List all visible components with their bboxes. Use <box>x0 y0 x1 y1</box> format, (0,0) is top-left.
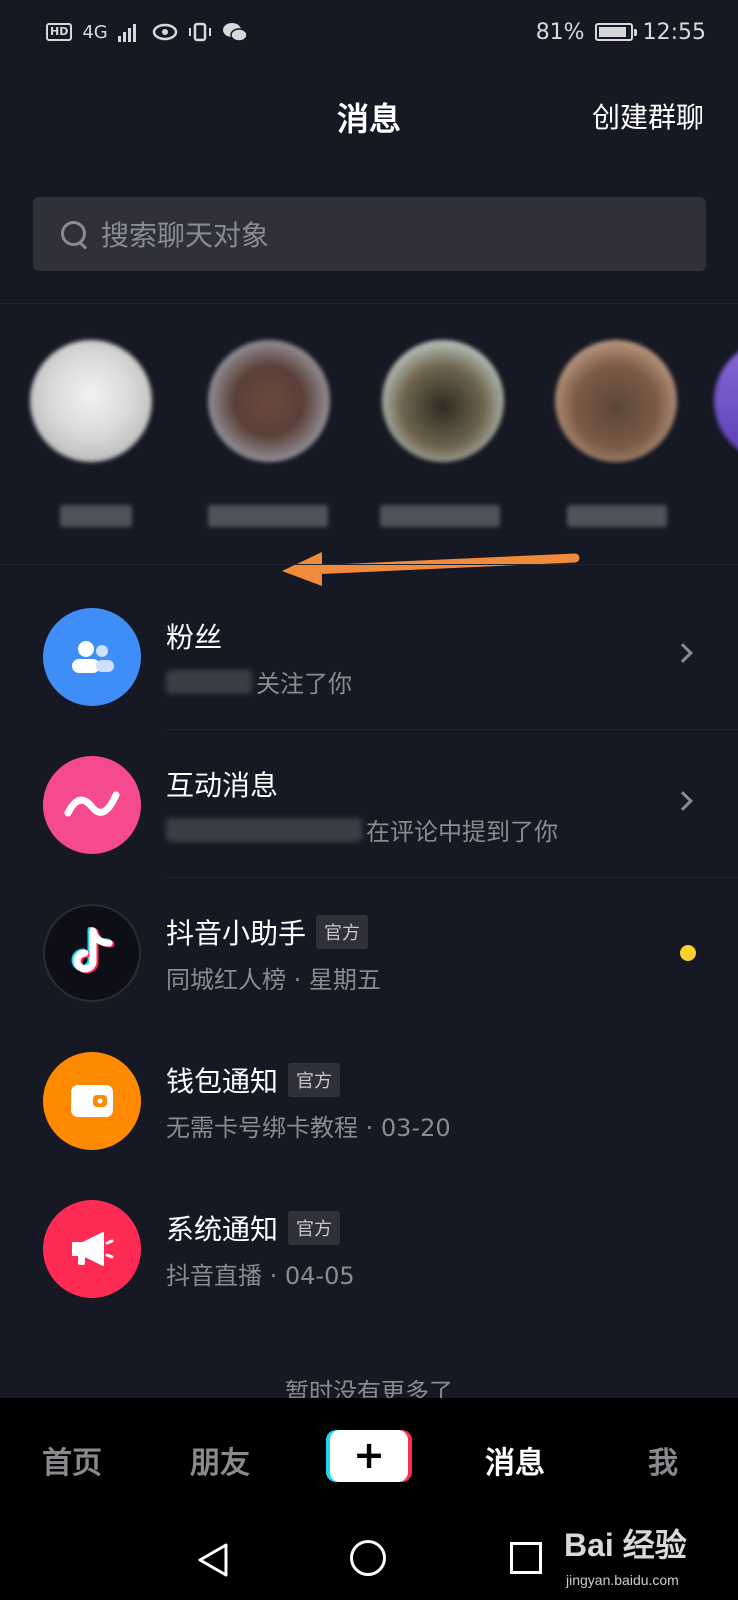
create-post-button[interactable]: + <box>326 1430 412 1482</box>
plus-icon: + <box>330 1430 408 1482</box>
network-type: 4G <box>82 21 108 43</box>
system-avatar <box>43 1200 141 1298</box>
list-item-assistant[interactable]: 抖音小助手 官方 同城红人榜 · 星期五 <box>0 878 738 1026</box>
unread-dot <box>680 945 696 961</box>
create-group-chat-button[interactable]: 创建群聊 <box>592 96 704 136</box>
search-icon <box>59 219 89 249</box>
fans-icon <box>72 641 114 673</box>
msg-title-row: 互动消息 <box>166 764 278 804</box>
avatar[interactable] <box>714 340 738 462</box>
friend-item[interactable] <box>198 330 338 540</box>
blurred-username <box>166 669 252 694</box>
back-icon[interactable] <box>196 1542 230 1578</box>
home-icon[interactable] <box>350 1540 386 1576</box>
msg-title-row: 抖音小助手 官方 <box>166 912 369 952</box>
msg-subtitle-row: 在评论中提到了你 <box>166 812 558 847</box>
friend-item[interactable] <box>20 330 160 540</box>
wechat-icon <box>222 23 248 42</box>
chevron-right-icon <box>673 643 693 663</box>
avatar[interactable] <box>382 340 504 462</box>
hd-badge: HD <box>46 23 73 41</box>
chevron-right-icon <box>673 791 693 811</box>
msg-subtitle: 关注了你 <box>256 670 352 698</box>
msg-title-row: 粉丝 <box>166 616 222 656</box>
friend-name <box>567 505 667 527</box>
status-left: HD 4G <box>46 22 248 43</box>
msg-subtitle: 在评论中提到了你 <box>366 818 558 846</box>
official-badge: 官方 <box>288 1063 341 1097</box>
friend-name <box>60 505 132 527</box>
list-item-wallet[interactable]: 钱包通知 官方 无需卡号绑卡教程 · 03-20 <box>0 1026 738 1174</box>
msg-title: 粉丝 <box>166 621 223 654</box>
msg-title-row: 钱包通知 官方 <box>166 1060 341 1100</box>
tiktok-icon <box>71 927 115 974</box>
friends-row[interactable] <box>0 330 738 540</box>
msg-subtitle: 抖音直播 · 04-05 <box>166 1262 355 1290</box>
list-item-interactions[interactable]: 互动消息 在评论中提到了你 <box>0 730 738 878</box>
divider <box>0 303 738 304</box>
watermark-url: jingyan.baidu.com <box>566 1572 679 1588</box>
nav-me[interactable]: 我 <box>648 1438 678 1482</box>
status-bar: HD 4G 81% 12:55 <box>0 0 738 64</box>
list-item-system[interactable]: 系统通知 官方 抖音直播 · 04-05 <box>0 1174 738 1322</box>
msg-title: 抖音小助手 <box>166 917 307 950</box>
interaction-icon <box>64 791 120 817</box>
nav-messages[interactable]: 消息 <box>485 1438 545 1482</box>
search-input[interactable]: 搜索聊天对象 <box>33 197 706 271</box>
wallet-avatar <box>43 1052 141 1150</box>
header: 消息 创建群聊 <box>0 80 738 152</box>
msg-title: 系统通知 <box>166 1213 279 1246</box>
friend-item[interactable] <box>710 330 738 540</box>
blurred-username <box>166 817 362 842</box>
official-badge: 官方 <box>288 1211 341 1245</box>
clock: 12:55 <box>642 19 706 45</box>
megaphone-icon <box>72 1232 114 1266</box>
assistant-avatar <box>43 904 141 1002</box>
vibrate-icon <box>188 22 211 42</box>
msg-subtitle: 同城红人榜 · 星期五 <box>166 966 381 994</box>
avatar[interactable] <box>555 340 677 462</box>
msg-subtitle-row: 关注了你 <box>166 664 352 699</box>
divider <box>0 564 738 565</box>
msg-title: 互动消息 <box>166 769 279 802</box>
status-right: 81% 12:55 <box>536 20 706 45</box>
friend-item[interactable] <box>545 330 685 540</box>
official-badge: 官方 <box>316 915 369 949</box>
plus-label: + <box>353 1432 385 1477</box>
bottom-nav: 首页 朋友 + 消息 我 <box>0 1398 738 1518</box>
msg-title: 钱包通知 <box>166 1065 279 1098</box>
msg-title-row: 系统通知 官方 <box>166 1208 341 1248</box>
wallet-icon <box>71 1085 113 1117</box>
list-item-fans[interactable]: 粉丝 关注了你 <box>0 582 738 730</box>
interaction-avatar <box>43 756 141 854</box>
search-placeholder: 搜索聊天对象 <box>101 219 270 252</box>
fans-avatar <box>43 608 141 706</box>
battery-icon <box>594 23 637 41</box>
friend-name <box>208 505 328 527</box>
friend-name <box>380 505 500 527</box>
eye-icon <box>152 23 177 41</box>
friend-item[interactable] <box>372 330 512 540</box>
signal-icon <box>117 24 136 42</box>
battery-percent: 81% <box>535 19 585 45</box>
recent-apps-icon[interactable] <box>510 1542 542 1574</box>
nav-home[interactable]: 首页 <box>42 1438 102 1482</box>
avatar[interactable] <box>30 340 152 462</box>
nav-friends[interactable]: 朋友 <box>190 1438 250 1482</box>
msg-subtitle: 无需卡号绑卡教程 · 03-20 <box>166 1114 451 1142</box>
avatar[interactable] <box>208 340 330 462</box>
watermark: Bai 经验 <box>564 1527 687 1563</box>
